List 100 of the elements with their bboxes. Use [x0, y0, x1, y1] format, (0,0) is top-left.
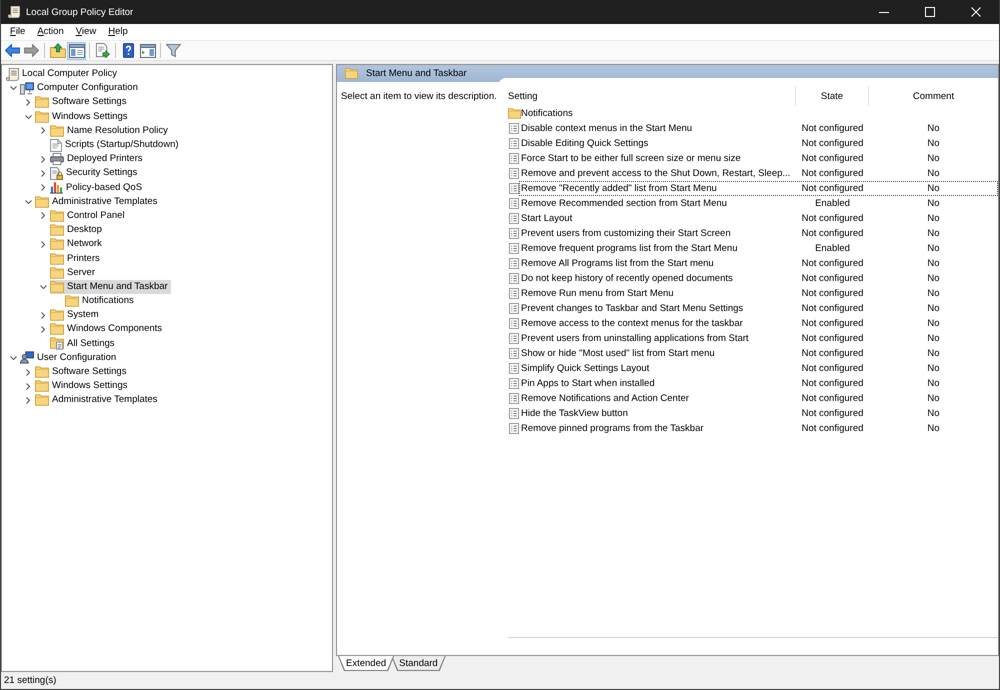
folder-icon: [65, 295, 79, 308]
chevron-down-icon[interactable]: [24, 200, 32, 204]
tree-item[interactable]: Administrative Templates: [35, 194, 160, 209]
tree-item[interactable]: Security Settings: [50, 166, 140, 180]
window-right-pane-icon: [140, 44, 156, 58]
setting-row[interactable]: Remove Recommended section from Start Menu Enabled No: [508, 196, 998, 211]
setting-row[interactable]: Disable Editing Quick Settings Not configured No: [508, 136, 998, 151]
setting-row[interactable]: Prevent users from customizing their Start Screen Not configured No: [508, 226, 998, 241]
chevron-right-icon[interactable]: [26, 382, 30, 390]
setting-row[interactable]: Remove frequent programs list from the Start Menu Enabled No: [508, 241, 998, 256]
tree-item[interactable]: User Configuration: [20, 350, 120, 365]
list-document-icon: [509, 198, 519, 209]
chevron-down-icon[interactable]: [10, 356, 16, 360]
view-tab[interactable]: Standard: [391, 656, 446, 671]
setting-row[interactable]: Force Start to be either full screen size or menu size Not configured No: [508, 151, 998, 166]
chevron-down-icon[interactable]: [10, 86, 16, 90]
chevron-right-icon[interactable]: [41, 156, 45, 163]
setting-row[interactable]: Disable context menus in the Start Menu Not configured No: [508, 121, 998, 136]
tree-item[interactable]: Software Settings: [35, 365, 130, 380]
tree-item[interactable]: Start Menu and Taskbar: [50, 280, 171, 294]
chevron-right-icon[interactable]: [26, 98, 30, 106]
tree-item[interactable]: Windows Components: [50, 322, 166, 336]
folder-name: Notifications: [521, 107, 573, 120]
tree-item[interactable]: Name Resolution Policy: [50, 124, 171, 138]
menu-item[interactable]: Action: [31, 24, 70, 40]
filter-button[interactable]: [164, 42, 183, 60]
chevron-down-icon[interactable]: [40, 284, 46, 289]
setting-row[interactable]: Prevent changes to Taskbar and Start Menu Settings Not configured No: [508, 301, 998, 316]
tree-item[interactable]: Notifications: [65, 294, 137, 308]
tree-item[interactable]: Windows Settings: [35, 379, 131, 394]
setting-comment: No: [927, 182, 940, 195]
tree-item[interactable]: Network: [50, 237, 105, 252]
setting-row[interactable]: Hide the TaskView button Not configured No: [508, 406, 998, 421]
setting-row[interactable]: Remove All Programs list from the Start menu Not configured No: [508, 256, 998, 271]
view-tab[interactable]: Extended: [338, 656, 394, 671]
console-tree-button[interactable]: [67, 42, 86, 60]
tree-item[interactable]: Computer Configuration: [20, 81, 141, 96]
setting-row[interactable]: Remove pinned programs from the Taskbar Not configured No: [508, 421, 998, 436]
setting-comment: No: [927, 422, 940, 435]
setting-row[interactable]: Prevent users from uninstalling applications from Start Not configured No: [508, 331, 998, 346]
tree-item[interactable]: Administrative Templates: [35, 393, 160, 408]
folder-icon: [35, 96, 49, 108]
tree-item[interactable]: System: [50, 308, 102, 322]
setting-row[interactable]: Simplify Quick Settings Layout Not configured No: [508, 361, 998, 376]
setting-row[interactable]: Pin Apps to Start when installed Not configured No: [508, 376, 998, 391]
tree-item[interactable]: Server: [50, 266, 98, 280]
up-one-level-button[interactable]: [48, 42, 67, 60]
tree-item[interactable]: Desktop: [50, 223, 105, 238]
tree-item[interactable]: Policy-based QoS: [50, 180, 146, 195]
chevron-right-icon[interactable]: [41, 127, 45, 134]
setting-row[interactable]: Start Layout Not configured No: [508, 211, 998, 226]
column-header[interactable]: State: [796, 86, 869, 106]
list-document-icon: [509, 138, 519, 149]
back-button[interactable]: [3, 42, 22, 60]
column-header[interactable]: Setting: [508, 86, 796, 106]
setting-comment: No: [927, 287, 940, 300]
tree-item[interactable]: Software Settings: [35, 95, 130, 110]
export-list-button[interactable]: [93, 42, 112, 60]
tree-item[interactable]: Deployed Printers: [50, 152, 146, 166]
setting-comment: No: [927, 272, 940, 285]
menu-item[interactable]: View: [70, 24, 102, 40]
tree-item[interactable]: Control Panel: [50, 208, 128, 223]
setting-row[interactable]: Remove Run menu from Start Menu Not configured No: [508, 286, 998, 301]
setting-row[interactable]: Remove "Recently added" list from Start Menu Not configured No: [508, 181, 998, 196]
chevron-right-icon[interactable]: [41, 184, 45, 192]
folder-row[interactable]: Notifications: [508, 106, 998, 121]
setting-state: Enabled: [815, 242, 850, 255]
window-title: Local Group Policy Editor: [26, 6, 134, 18]
setting-name: Remove access to the context menus for the taskbar: [521, 317, 743, 330]
bar-chart-icon: [50, 181, 63, 194]
tree-item[interactable]: Windows Settings: [35, 110, 131, 124]
menu-item[interactable]: File: [4, 24, 32, 40]
setting-row[interactable]: Do not keep history of recently opened documents Not configured No: [508, 271, 998, 286]
setting-row[interactable]: Show or hide "Most used" list from Start menu Not configured No: [508, 346, 998, 361]
tree-item[interactable]: Scripts (Startup/Shutdown): [50, 138, 182, 152]
column-header[interactable]: Comment: [869, 86, 998, 106]
chevron-right-icon[interactable]: [26, 396, 30, 404]
chevron-right-icon[interactable]: [41, 212, 45, 220]
chevron-right-icon[interactable]: [26, 368, 30, 376]
setting-state: Not configured: [802, 167, 864, 180]
chevron-right-icon[interactable]: [41, 312, 45, 319]
chevron-right-icon[interactable]: [41, 326, 45, 333]
setting-row[interactable]: Remove and prevent access to the Shut Down, Restart, Sleep... Not configured No: [508, 166, 998, 181]
setting-state: Not configured: [802, 392, 864, 405]
menu-item[interactable]: Help: [102, 24, 134, 40]
setting-comment: No: [927, 152, 940, 165]
folder-document-icon: [50, 337, 64, 350]
tree-item[interactable]: All Settings: [50, 336, 118, 351]
list-document-icon: [509, 348, 519, 359]
setting-comment: No: [927, 137, 940, 150]
setting-state: Not configured: [802, 152, 864, 165]
tree-item[interactable]: Local Computer Policy: [6, 67, 120, 82]
chevron-down-icon[interactable]: [24, 114, 32, 119]
setting-row[interactable]: Remove access to the context menus for the taskbar Not configured No: [508, 316, 998, 331]
chevron-right-icon[interactable]: [41, 170, 45, 177]
setting-name: Start Layout: [521, 212, 572, 225]
folder-icon: [50, 224, 64, 236]
tree-item[interactable]: Printers: [50, 252, 103, 266]
setting-row[interactable]: Remove Notifications and Action Center Not configured No: [508, 391, 998, 406]
chevron-right-icon[interactable]: [41, 240, 45, 248]
